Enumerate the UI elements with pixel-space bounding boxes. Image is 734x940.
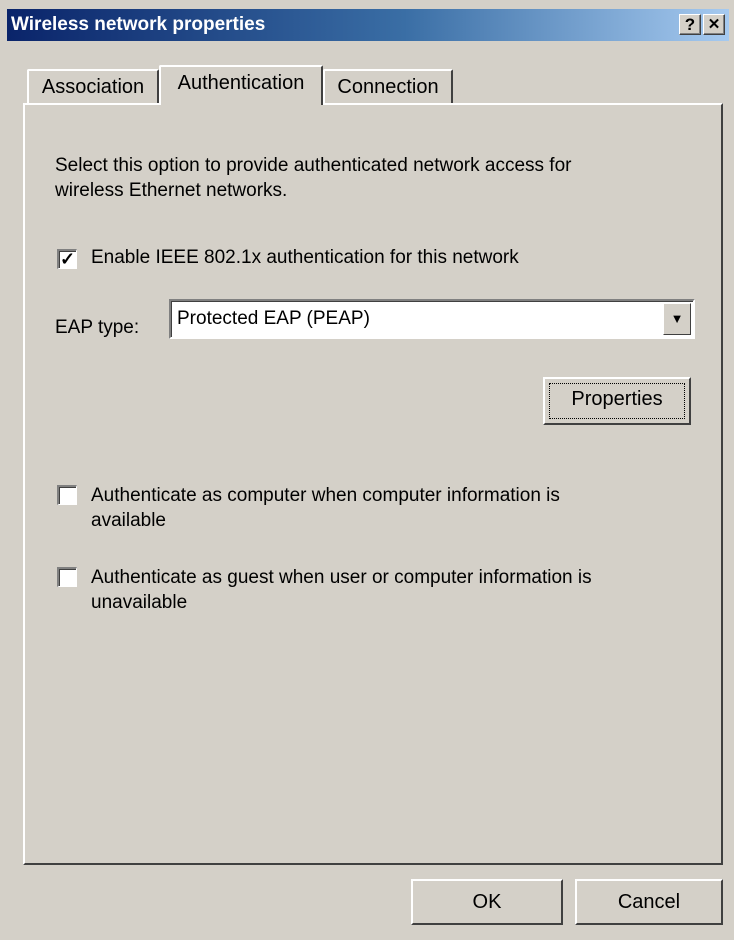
cancel-button[interactable]: Cancel	[575, 879, 723, 925]
cancel-button-label: Cancel	[617, 891, 681, 913]
auth-as-guest-checkbox[interactable]	[57, 567, 77, 587]
tab-authentication[interactable]: Authentication	[159, 65, 323, 105]
window-title: Wireless network properties	[11, 14, 266, 35]
enable-8021x-checkbox[interactable]: ✓	[57, 249, 77, 269]
dropdown-arrow-icon[interactable]: ▼	[663, 303, 691, 335]
eap-type-value: Protected EAP (PEAP)	[177, 308, 370, 329]
ok-button-label: OK	[472, 891, 502, 913]
help-button[interactable]: ?	[679, 14, 701, 35]
properties-button-label: Properties	[571, 388, 663, 410]
tab-association[interactable]: Association	[27, 69, 159, 105]
intro-text-line-1: Select this option to provide authentica…	[55, 155, 572, 176]
tab-connection-label: Connection	[337, 76, 439, 98]
auth-as-computer-label-line-1[interactable]: Authenticate as computer when computer i…	[91, 483, 560, 508]
intro-text-line-2: wireless Ethernet networks.	[55, 180, 288, 201]
auth-as-computer-checkbox[interactable]	[57, 485, 77, 505]
checkmark-icon: ✓	[59, 249, 76, 269]
auth-as-guest-label-line-2[interactable]: unavailable	[91, 590, 187, 615]
tab-authentication-label: Authentication	[177, 72, 305, 94]
eap-type-label: EAP type:	[55, 317, 140, 338]
eap-type-select[interactable]: Protected EAP (PEAP) ▼	[169, 299, 695, 339]
tab-association-label: Association	[41, 76, 145, 98]
tab-connection[interactable]: Connection	[323, 69, 453, 105]
properties-button[interactable]: Properties	[543, 377, 691, 425]
auth-as-guest-label-line-1[interactable]: Authenticate as guest when user or compu…	[91, 565, 592, 590]
auth-as-computer-label-line-2[interactable]: available	[91, 508, 166, 533]
ok-button[interactable]: OK	[411, 879, 563, 925]
close-button[interactable]: ✕	[703, 14, 725, 35]
dialog-window: Wireless network properties ? ✕ Associat…	[0, 0, 734, 940]
enable-8021x-label[interactable]: Enable IEEE 802.1x authentication for th…	[91, 245, 519, 270]
title-bar[interactable]: Wireless network properties ? ✕	[7, 9, 729, 41]
authentication-panel: Select this option to provide authentica…	[23, 103, 723, 865]
